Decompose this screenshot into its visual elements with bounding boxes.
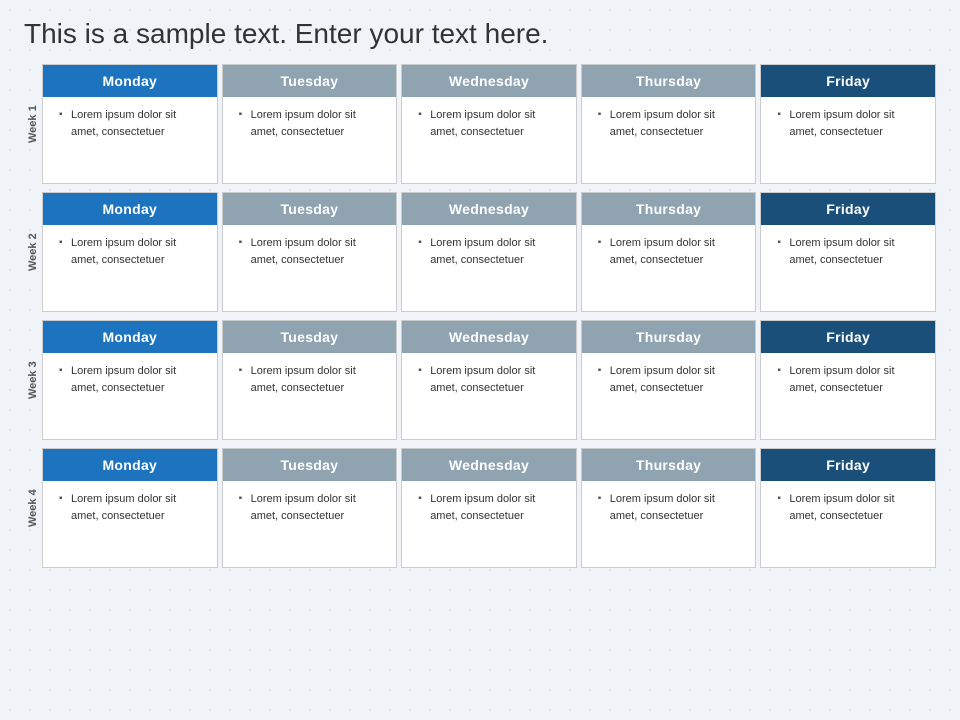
day-cell-week4-wednesday: Wednesday Lorem ipsum dolor sit amet, con… — [401, 448, 577, 568]
day-header-week4-friday: Friday — [761, 449, 935, 481]
day-content-week3-wednesday: Lorem ipsum dolor sit amet, consectetuer — [420, 363, 566, 396]
day-cell-week2-thursday: Thursday Lorem ipsum dolor sit amet, cons… — [581, 192, 757, 312]
day-content-week3-tuesday: Lorem ipsum dolor sit amet, consectetuer — [241, 363, 387, 396]
day-body-week2-friday: Lorem ipsum dolor sit amet, consectetuer — [761, 225, 935, 311]
day-cell-week4-friday: Friday Lorem ipsum dolor sit amet, consec… — [760, 448, 936, 568]
day-body-week4-tuesday: Lorem ipsum dolor sit amet, consectetuer — [223, 481, 397, 567]
week-row-3: Week 3Monday Lorem ipsum dolor sit amet, … — [24, 320, 936, 440]
day-body-week4-thursday: Lorem ipsum dolor sit amet, consectetuer — [582, 481, 756, 567]
day-body-week4-monday: Lorem ipsum dolor sit amet, consectetuer — [43, 481, 217, 567]
day-body-week2-monday: Lorem ipsum dolor sit amet, consectetuer — [43, 225, 217, 311]
day-cell-week3-thursday: Thursday Lorem ipsum dolor sit amet, cons… — [581, 320, 757, 440]
day-header-week4-monday: Monday — [43, 449, 217, 481]
day-body-week2-tuesday: Lorem ipsum dolor sit amet, consectetuer — [223, 225, 397, 311]
day-content-week1-wednesday: Lorem ipsum dolor sit amet, consectetuer — [420, 107, 566, 140]
week-label-4: Week 4 — [24, 448, 42, 568]
day-content-week4-friday: Lorem ipsum dolor sit amet, consectetuer — [779, 491, 925, 524]
days-grid-week-3: Monday Lorem ipsum dolor sit amet, consec… — [42, 320, 936, 440]
day-cell-week1-wednesday: Wednesday Lorem ipsum dolor sit amet, con… — [401, 64, 577, 184]
day-cell-week4-monday: Monday Lorem ipsum dolor sit amet, consec… — [42, 448, 218, 568]
day-header-week1-friday: Friday — [761, 65, 935, 97]
day-header-week4-tuesday: Tuesday — [223, 449, 397, 481]
day-body-week4-friday: Lorem ipsum dolor sit amet, consectetuer — [761, 481, 935, 567]
day-cell-week2-friday: Friday Lorem ipsum dolor sit amet, consec… — [760, 192, 936, 312]
day-body-week1-monday: Lorem ipsum dolor sit amet, consectetuer — [43, 97, 217, 183]
day-content-week4-monday: Lorem ipsum dolor sit amet, consectetuer — [61, 491, 207, 524]
day-body-week3-tuesday: Lorem ipsum dolor sit amet, consectetuer — [223, 353, 397, 439]
week-row-1: Week 1Monday Lorem ipsum dolor sit amet, … — [24, 64, 936, 184]
day-header-week3-monday: Monday — [43, 321, 217, 353]
day-header-week2-wednesday: Wednesday — [402, 193, 576, 225]
day-content-week4-wednesday: Lorem ipsum dolor sit amet, consectetuer — [420, 491, 566, 524]
week-label-3: Week 3 — [24, 320, 42, 440]
days-grid-week-4: Monday Lorem ipsum dolor sit amet, consec… — [42, 448, 936, 568]
day-cell-week1-thursday: Thursday Lorem ipsum dolor sit amet, cons… — [581, 64, 757, 184]
day-header-week2-friday: Friday — [761, 193, 935, 225]
page-title: This is a sample text. Enter your text h… — [24, 18, 936, 50]
day-body-week2-wednesday: Lorem ipsum dolor sit amet, consectetuer — [402, 225, 576, 311]
day-cell-week3-wednesday: Wednesday Lorem ipsum dolor sit amet, con… — [401, 320, 577, 440]
day-body-week2-thursday: Lorem ipsum dolor sit amet, consectetuer — [582, 225, 756, 311]
day-header-week2-thursday: Thursday — [582, 193, 756, 225]
day-content-week4-tuesday: Lorem ipsum dolor sit amet, consectetuer — [241, 491, 387, 524]
days-grid-week-2: Monday Lorem ipsum dolor sit amet, consec… — [42, 192, 936, 312]
day-content-week3-friday: Lorem ipsum dolor sit amet, consectetuer — [779, 363, 925, 396]
day-header-week3-tuesday: Tuesday — [223, 321, 397, 353]
calendar-wrapper: Week 1MondayLorem ipsum dolor sit amet, … — [24, 64, 936, 576]
day-header-week4-thursday: Thursday — [582, 449, 756, 481]
day-cell-week2-wednesday: Wednesday Lorem ipsum dolor sit amet, con… — [401, 192, 577, 312]
day-body-week3-wednesday: Lorem ipsum dolor sit amet, consectetuer — [402, 353, 576, 439]
day-header-week1-tuesday: Tuesday — [223, 65, 397, 97]
day-header-week2-monday: Monday — [43, 193, 217, 225]
day-header-week3-thursday: Thursday — [582, 321, 756, 353]
day-content-week2-friday: Lorem ipsum dolor sit amet, consectetuer — [779, 235, 925, 268]
day-content-week2-tuesday: Lorem ipsum dolor sit amet, consectetuer — [241, 235, 387, 268]
day-cell-week2-tuesday: Tuesday Lorem ipsum dolor sit amet, conse… — [222, 192, 398, 312]
day-cell-week3-tuesday: Tuesday Lorem ipsum dolor sit amet, conse… — [222, 320, 398, 440]
page-container: This is a sample text. Enter your text h… — [0, 0, 960, 588]
day-header-week4-wednesday: Wednesday — [402, 449, 576, 481]
day-content-week4-thursday: Lorem ipsum dolor sit amet, consectetuer — [600, 491, 746, 524]
day-content-week2-thursday: Lorem ipsum dolor sit amet, consectetuer — [600, 235, 746, 268]
day-cell-week4-thursday: Thursday Lorem ipsum dolor sit amet, cons… — [581, 448, 757, 568]
day-content-week1-friday: Lorem ipsum dolor sit amet, consectetuer — [779, 107, 925, 140]
day-header-week1-monday: Monday — [43, 65, 217, 97]
day-content-week3-thursday: Lorem ipsum dolor sit amet, consectetuer — [600, 363, 746, 396]
day-body-week4-wednesday: Lorem ipsum dolor sit amet, consectetuer — [402, 481, 576, 567]
day-content-week2-wednesday: Lorem ipsum dolor sit amet, consectetuer — [420, 235, 566, 268]
day-content-week3-monday: Lorem ipsum dolor sit amet, consectetuer — [61, 363, 207, 396]
day-header-week3-friday: Friday — [761, 321, 935, 353]
day-header-week3-wednesday: Wednesday — [402, 321, 576, 353]
week-label-2: Week 2 — [24, 192, 42, 312]
day-cell-week1-tuesday: Tuesday Lorem ipsum dolor sit amet, conse… — [222, 64, 398, 184]
day-header-week1-thursday: Thursday — [582, 65, 756, 97]
day-cell-week1-friday: Friday Lorem ipsum dolor sit amet, consec… — [760, 64, 936, 184]
week-row-4: Week 4Monday Lorem ipsum dolor sit amet, … — [24, 448, 936, 568]
day-header-week2-tuesday: Tuesday — [223, 193, 397, 225]
day-body-week1-thursday: Lorem ipsum dolor sit amet, consectetuer — [582, 97, 756, 183]
day-body-week3-thursday: Lorem ipsum dolor sit amet, consectetuer — [582, 353, 756, 439]
day-content-week1-monday: Lorem ipsum dolor sit amet, consectetuer — [61, 107, 207, 140]
day-header-week1-wednesday: Wednesday — [402, 65, 576, 97]
day-content-week1-tuesday: Lorem ipsum dolor sit amet, consectetuer — [241, 107, 387, 140]
day-body-week1-wednesday: Lorem ipsum dolor sit amet, consectetuer — [402, 97, 576, 183]
day-cell-week3-friday: Friday Lorem ipsum dolor sit amet, consec… — [760, 320, 936, 440]
day-body-week3-friday: Lorem ipsum dolor sit amet, consectetuer — [761, 353, 935, 439]
day-content-week1-thursday: Lorem ipsum dolor sit amet, consectetuer — [600, 107, 746, 140]
week-label-1: Week 1 — [24, 64, 42, 184]
day-cell-week3-monday: Monday Lorem ipsum dolor sit amet, consec… — [42, 320, 218, 440]
day-body-week1-friday: Lorem ipsum dolor sit amet, consectetuer — [761, 97, 935, 183]
day-cell-week4-tuesday: Tuesday Lorem ipsum dolor sit amet, conse… — [222, 448, 398, 568]
day-cell-week2-monday: Monday Lorem ipsum dolor sit amet, consec… — [42, 192, 218, 312]
days-grid-week-1: Monday Lorem ipsum dolor sit amet, consec… — [42, 64, 936, 184]
day-cell-week1-monday: Monday Lorem ipsum dolor sit amet, consec… — [42, 64, 218, 184]
day-body-week1-tuesday: Lorem ipsum dolor sit amet, consectetuer — [223, 97, 397, 183]
week-row-2: Week 2Monday Lorem ipsum dolor sit amet, … — [24, 192, 936, 312]
day-body-week3-monday: Lorem ipsum dolor sit amet, consectetuer — [43, 353, 217, 439]
day-content-week2-monday: Lorem ipsum dolor sit amet, consectetuer — [61, 235, 207, 268]
